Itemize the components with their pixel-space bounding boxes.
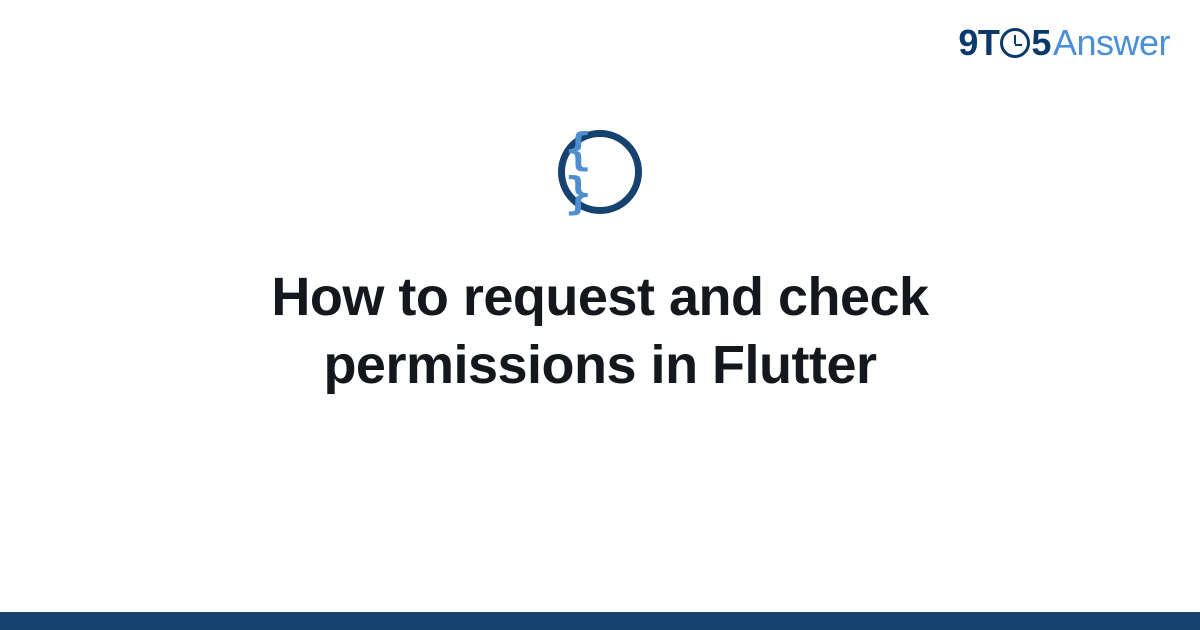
category-badge: { } [558,130,642,214]
footer-bar [0,612,1200,630]
logo-text-5: 5 [1031,22,1051,64]
logo-text-9: 9 [958,22,978,64]
clock-icon [1000,28,1030,58]
site-logo[interactable]: 9 T 5 Answer [958,22,1170,64]
logo-text-answer: Answer [1053,22,1170,64]
main-content: { } How to request and check permissions… [0,130,1200,399]
braces-icon: { } [565,128,635,216]
page-title: How to request and check permissions in … [120,264,1080,399]
logo-text-t: T [978,22,1000,64]
page-root: 9 T 5 Answer { } How to request and chec… [0,0,1200,630]
